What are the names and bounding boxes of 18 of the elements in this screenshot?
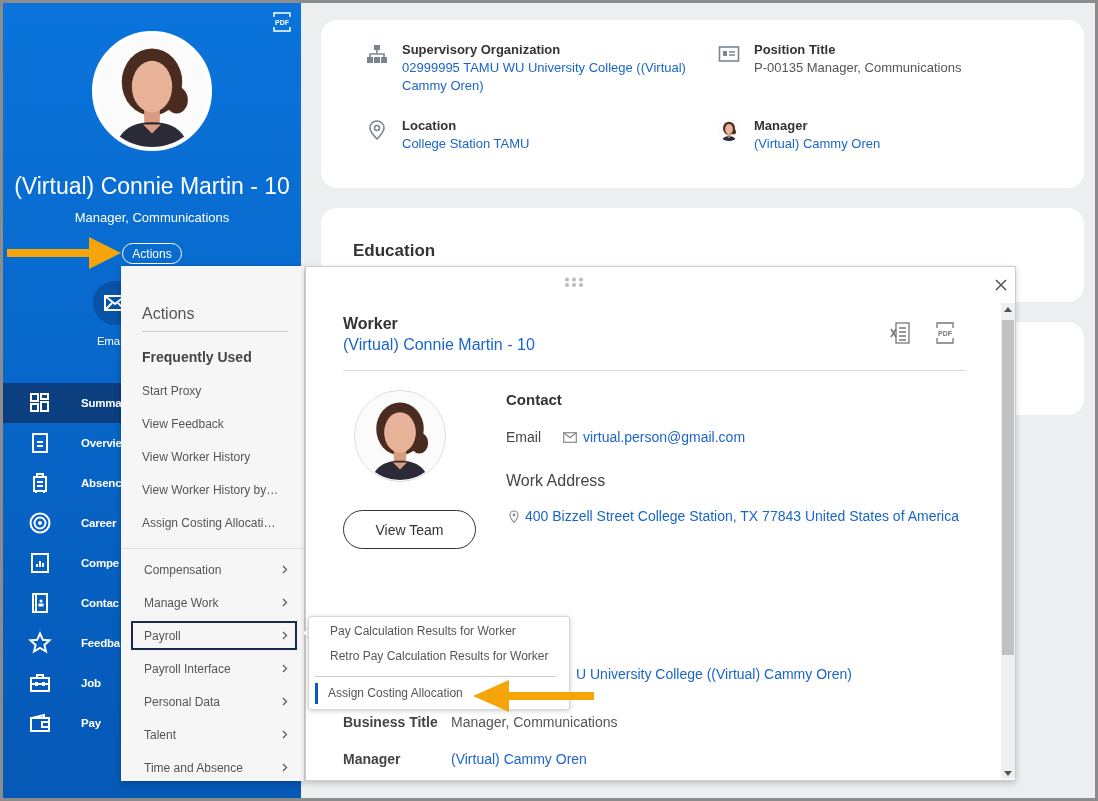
field-label: Work Address — [506, 471, 607, 491]
card-title: Education — [353, 241, 437, 261]
field-label: Business Title — [343, 713, 438, 731]
worker-title: Manager, Communications — [74, 210, 230, 226]
field-label: Email — [506, 429, 542, 445]
field-label: Location — [402, 117, 458, 135]
field-value: P-00135 Manager, Communications — [754, 59, 963, 77]
field-value: Manager, Communications — [451, 713, 618, 731]
popup-title: Worker — [343, 314, 399, 334]
section-heading: Contact — [506, 391, 563, 409]
section-heading: Frequently Used — [142, 348, 253, 366]
field-label: Supervisory Organization — [402, 41, 562, 59]
email-label: Ema — [97, 334, 120, 348]
worker-name: (Virtual) Connie Martin - 10 — [14, 172, 290, 201]
field-label: Manager — [343, 750, 401, 768]
field-label: Position Title — [754, 41, 837, 59]
field-label: Manager — [754, 117, 809, 135]
menu-title: Actions — [142, 304, 288, 332]
